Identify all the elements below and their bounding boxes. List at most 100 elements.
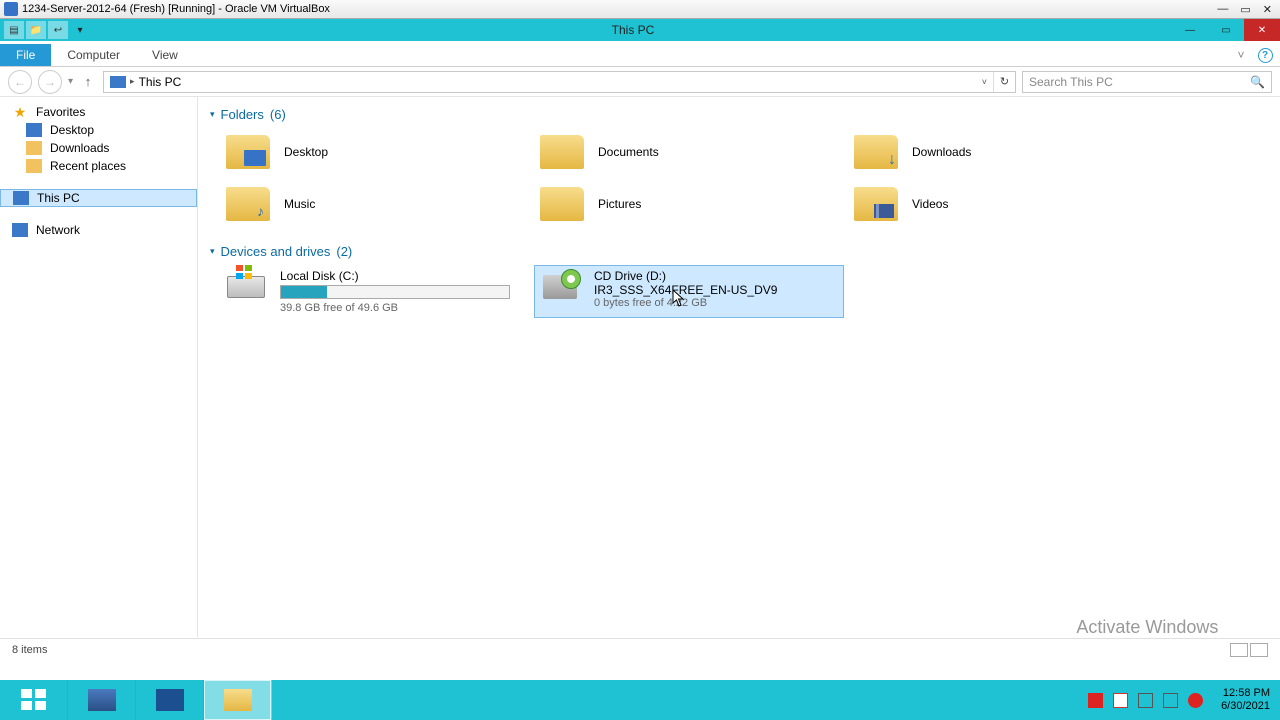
sidebar-item-network[interactable]: Network — [0, 221, 197, 239]
clock-date: 6/30/2021 — [1221, 700, 1270, 713]
refresh-button[interactable]: ↻ — [993, 72, 1015, 92]
vb-maximize-button[interactable]: ▭ — [1240, 3, 1250, 16]
sidebar-item-this-pc[interactable]: This PC — [0, 189, 197, 207]
breadcrumb-this-pc[interactable]: This PC — [139, 75, 182, 89]
up-button[interactable]: ↑ — [79, 74, 97, 89]
window-title: This PC — [94, 23, 1172, 37]
system-tray: 12:58 PM 6/30/2021 — [1078, 680, 1280, 720]
group-header-folders[interactable]: ▾ Folders (6) — [208, 101, 1270, 126]
explorer-titlebar: ▤ 📁 ↩ ▾ This PC — ▭ ✕ — [0, 19, 1280, 41]
close-button[interactable]: ✕ — [1244, 19, 1280, 41]
tab-computer[interactable]: Computer — [51, 44, 136, 66]
this-pc-icon — [110, 76, 126, 88]
folder-icon — [538, 184, 586, 224]
start-button[interactable] — [0, 680, 68, 720]
folder-videos[interactable]: Videos — [848, 180, 1158, 228]
collapse-icon: ▾ — [210, 246, 215, 257]
sidebar-item-label: Downloads — [50, 141, 109, 155]
sidebar-item-recent-places[interactable]: Recent places — [0, 157, 197, 175]
qat-customize-button[interactable]: ▾ — [70, 21, 90, 39]
folder-music[interactable]: Music — [220, 180, 530, 228]
chevron-right-icon[interactable]: ▸ — [130, 76, 135, 87]
group-title: Devices and drives — [221, 244, 331, 259]
drive-label: Local Disk (C:)39.8 GB free of 49.6 GB — [280, 269, 526, 314]
tab-file[interactable]: File — [0, 44, 51, 66]
virtualbox-titlebar: 1234-Server-2012-64 (Fresh) [Running] - … — [0, 0, 1280, 19]
taskbar-server-manager[interactable] — [68, 680, 136, 720]
folder-icon — [224, 132, 272, 172]
sidebar-favorites[interactable]: ★ Favorites — [0, 103, 197, 121]
address-dropdown-button[interactable]: ˅ — [976, 77, 993, 87]
drive-item[interactable]: CD Drive (D:)IR3_SSS_X64FREE_EN-US_DV90 … — [534, 265, 844, 318]
vb-minimize-button[interactable]: — — [1217, 3, 1228, 16]
maximize-button[interactable]: ▭ — [1208, 19, 1244, 41]
sidebar-item-desktop[interactable]: Desktop — [0, 121, 197, 139]
taskbar-powershell[interactable] — [136, 680, 204, 720]
sidebar-item-downloads[interactable]: Downloads — [0, 139, 197, 157]
vb-close-button[interactable]: ✕ — [1263, 3, 1272, 16]
tray-server-icon[interactable] — [1138, 693, 1153, 708]
collapse-icon: ▾ — [210, 109, 215, 120]
drive-item[interactable]: Local Disk (C:)39.8 GB free of 49.6 GB — [220, 265, 530, 318]
folder-icon — [224, 689, 252, 711]
windows-logo-icon — [21, 689, 47, 711]
virtualbox-icon — [4, 2, 18, 16]
folders-grid: Desktop Documents Downloads Music Pictures Vi… — [208, 126, 1270, 238]
quick-access-toolbar: ▤ 📁 ↩ ▾ — [0, 21, 94, 39]
ribbon-tabs: File Computer View ˅ ? — [0, 41, 1280, 67]
taskbar-file-explorer[interactable] — [204, 680, 272, 720]
back-button[interactable]: ← — [8, 70, 32, 94]
tray-network-icon[interactable] — [1163, 693, 1178, 708]
status-item-count: 8 items — [12, 644, 47, 656]
recent-locations-button[interactable]: ▾ — [68, 76, 73, 87]
group-count: (2) — [336, 244, 352, 259]
sidebar-item-label: Network — [36, 223, 80, 237]
navigation-pane: ★ Favorites Desktop Downloads Recent pla… — [0, 97, 198, 637]
folder-label: Pictures — [598, 197, 641, 211]
folder-label: Downloads — [912, 145, 971, 159]
folder-downloads[interactable]: Downloads — [848, 128, 1158, 176]
content-pane[interactable]: ▾ Folders (6) Desktop Documents Downloads M… — [198, 97, 1280, 637]
main-pane: ★ Favorites Desktop Downloads Recent pla… — [0, 97, 1280, 637]
ribbon-expand-button[interactable]: ˅ — [1232, 46, 1250, 64]
powershell-icon — [156, 689, 184, 711]
folder-icon — [26, 159, 42, 173]
view-tiles-button[interactable] — [1250, 643, 1268, 657]
forward-button[interactable]: → — [38, 70, 62, 94]
qat-newfolder-button[interactable]: 📁 — [26, 21, 46, 39]
tray-volume-icon[interactable] — [1188, 693, 1203, 708]
qat-undo-button[interactable]: ↩ — [48, 21, 68, 39]
folder-label: Music — [284, 197, 315, 211]
group-count: (6) — [270, 107, 286, 122]
tray-security-icon[interactable] — [1088, 693, 1103, 708]
sidebar-item-label: Desktop — [50, 123, 94, 137]
sidebar-item-label: Recent places — [50, 159, 126, 173]
qat-properties-button[interactable]: ▤ — [4, 21, 24, 39]
navigation-bar: ← → ▾ ↑ ▸ This PC ˅ ↻ Search This PC 🔍 — [0, 67, 1280, 97]
search-input[interactable]: Search This PC 🔍 — [1022, 71, 1272, 93]
folder-icon — [852, 132, 900, 172]
folder-label: Desktop — [284, 145, 328, 159]
tab-view[interactable]: View — [136, 44, 194, 66]
taskbar-clock[interactable]: 12:58 PM 6/30/2021 — [1213, 687, 1278, 713]
clock-time: 12:58 PM — [1221, 687, 1270, 700]
address-bar[interactable]: ▸ This PC ˅ ↻ — [103, 71, 1016, 93]
status-bar: 8 items — [0, 638, 1280, 660]
view-details-button[interactable] — [1230, 643, 1248, 657]
network-icon — [12, 223, 28, 237]
tray-flag-icon[interactable] — [1113, 693, 1128, 708]
folder-documents[interactable]: Documents — [534, 128, 844, 176]
star-icon: ★ — [12, 105, 28, 119]
folder-label: Documents — [598, 145, 659, 159]
minimize-button[interactable]: — — [1172, 19, 1208, 41]
this-pc-icon — [13, 191, 29, 205]
folder-desktop[interactable]: Desktop — [220, 128, 530, 176]
drive-label: CD Drive (D:)IR3_SSS_X64FREE_EN-US_DV90 … — [594, 269, 840, 309]
group-header-drives[interactable]: ▾ Devices and drives (2) — [208, 238, 1270, 263]
folder-icon — [224, 184, 272, 224]
sidebar-item-label: This PC — [37, 191, 80, 205]
folder-pictures[interactable]: Pictures — [534, 180, 844, 228]
taskbar: 12:58 PM 6/30/2021 — [0, 680, 1280, 720]
help-button[interactable]: ? — [1256, 46, 1274, 64]
folder-label: Videos — [912, 197, 948, 211]
